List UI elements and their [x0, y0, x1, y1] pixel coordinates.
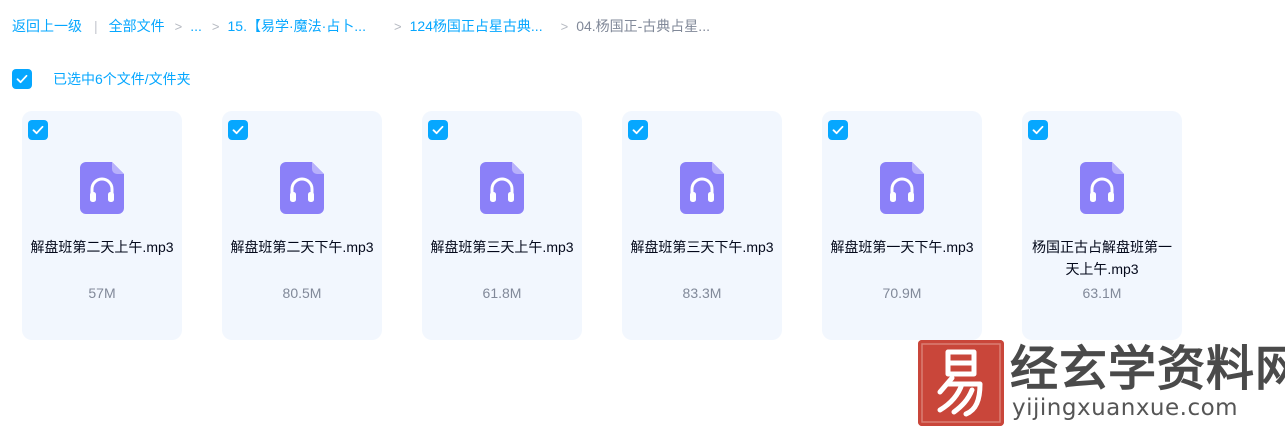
breadcrumb-separator: > [211, 18, 220, 34]
file-card[interactable]: 解盘班第一天下午.mp3 70.9M [822, 111, 982, 340]
file-card[interactable]: 解盘班第二天下午.mp3 80.5M [222, 111, 382, 340]
breadcrumb-item-ellipsis[interactable]: ... [190, 18, 202, 34]
breadcrumb-item-folder-124[interactable]: 124杨国正占星古典... [410, 16, 543, 36]
watermark-logo [918, 340, 1004, 426]
select-all-checkbox[interactable] [12, 69, 32, 89]
breadcrumb-current-folder: 04.杨国正-古典占星... [576, 18, 710, 34]
back-link[interactable]: 返回上一级 [12, 16, 82, 36]
watermark-url: yijingxuanxue.com [1012, 395, 1239, 421]
breadcrumb: 返回上一级 | 全部文件 > ... > 15.【易学·魔法·占卜... > 1… [12, 16, 710, 36]
file-size: 63.1M [1082, 285, 1122, 301]
headphones-audio-icon [1080, 162, 1124, 214]
watermark: 经玄学资料网 yijingxuanxue.com [918, 340, 1285, 428]
file-checkbox[interactable] [628, 120, 648, 140]
headphones-audio-icon [80, 162, 124, 214]
checkmark-icon [1032, 125, 1044, 135]
file-name: 解盘班第二天上午.mp3 [30, 239, 174, 255]
selection-count-text: 已选中6个文件/文件夹 [53, 71, 191, 87]
file-size: 80.5M [282, 285, 322, 301]
watermark-site-name: 经玄学资料网 [1010, 343, 1285, 396]
breadcrumb-separator: > [174, 18, 183, 34]
file-card[interactable]: 解盘班第二天上午.mp3 57M [22, 111, 182, 340]
file-name: 杨国正古占解盘班第一天上午.mp3 [1032, 239, 1172, 277]
checkmark-icon [832, 125, 844, 135]
file-name: 解盘班第一天下午.mp3 [830, 239, 974, 255]
checkmark-icon [232, 125, 244, 135]
headphones-audio-icon [680, 162, 724, 214]
checkmark-icon [16, 74, 28, 84]
breadcrumb-item-folder-15[interactable]: 15.【易学·魔法·占卜... [228, 16, 366, 36]
file-size: 61.8M [482, 285, 522, 301]
file-name: 解盘班第三天上午.mp3 [430, 239, 574, 255]
file-checkbox[interactable] [28, 120, 48, 140]
file-name: 解盘班第二天下午.mp3 [230, 239, 374, 255]
file-size: 57M [88, 285, 116, 301]
checkmark-icon [432, 125, 444, 135]
breadcrumb-item-all-files[interactable]: 全部文件 [109, 16, 165, 36]
headphones-audio-icon [280, 162, 324, 214]
file-size: 83.3M [682, 285, 722, 301]
breadcrumb-separator: > [393, 18, 402, 34]
file-checkbox[interactable] [228, 120, 248, 140]
selection-bar: 已选中6个文件/文件夹 [12, 69, 191, 89]
file-card[interactable]: 杨国正古占解盘班第一天上午.mp3 63.1M [1022, 111, 1182, 340]
yi-character-logo-icon [918, 340, 1004, 426]
checkmark-icon [632, 125, 644, 135]
file-checkbox[interactable] [828, 120, 848, 140]
checkmark-icon [32, 125, 44, 135]
file-checkbox[interactable] [1028, 120, 1048, 140]
file-card[interactable]: 解盘班第三天上午.mp3 61.8M [422, 111, 582, 340]
headphones-audio-icon [880, 162, 924, 214]
file-card[interactable]: 解盘班第三天下午.mp3 83.3M [622, 111, 782, 340]
headphones-audio-icon [480, 162, 524, 214]
file-checkbox[interactable] [428, 120, 448, 140]
breadcrumb-divider: | [94, 18, 98, 34]
file-size: 70.9M [882, 285, 922, 301]
file-name: 解盘班第三天下午.mp3 [630, 239, 774, 255]
breadcrumb-separator: > [560, 18, 569, 34]
